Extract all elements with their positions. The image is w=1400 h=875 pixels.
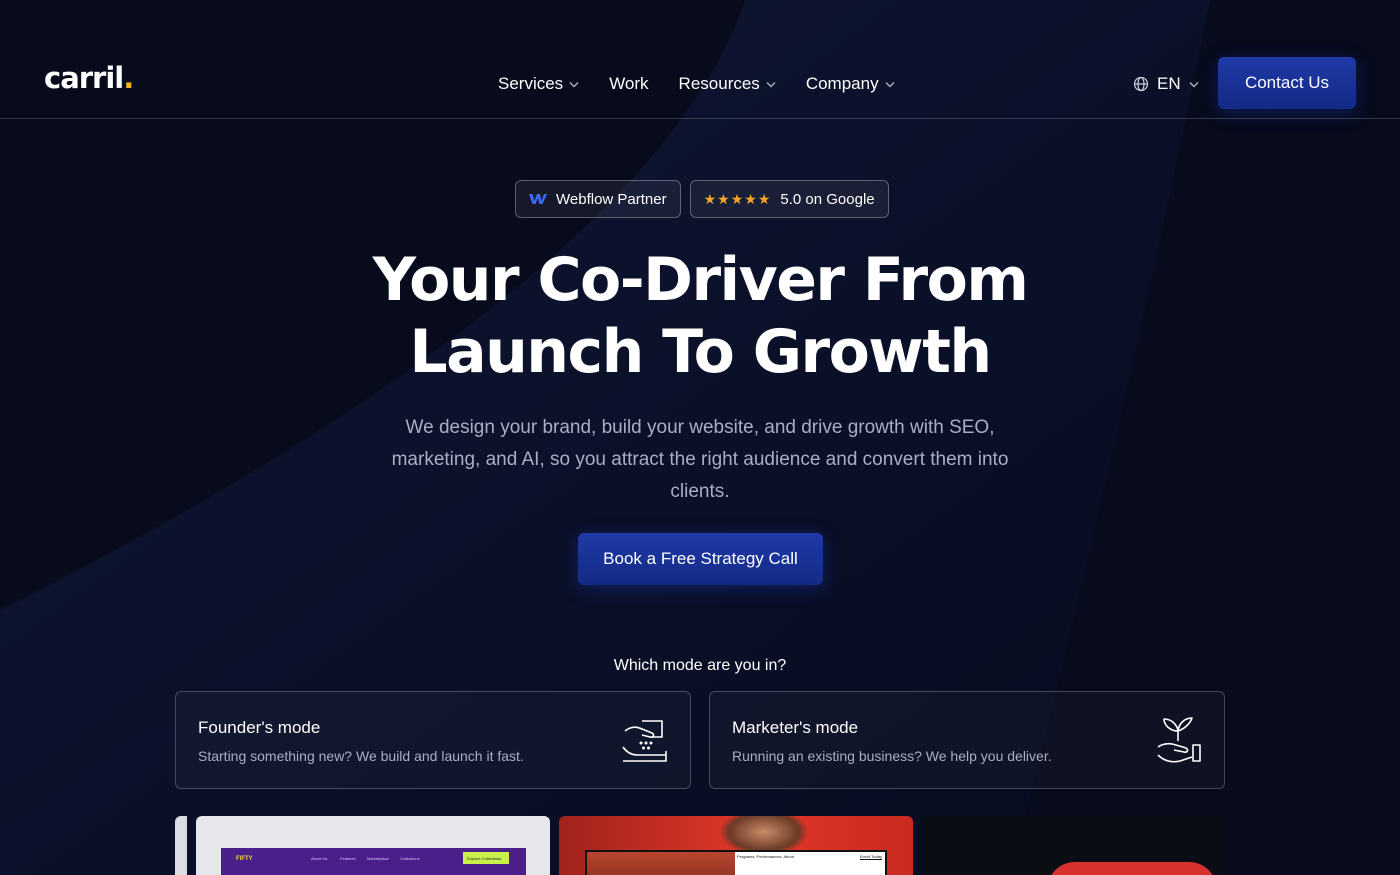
founder-mode-card[interactable]: Founder's mode Starting something new? W… (175, 691, 691, 789)
logo[interactable]: carril. (44, 64, 134, 93)
mode-question: Which mode are you in? (613, 657, 787, 674)
hand-with-box-icon (622, 720, 667, 762)
portfolio-preview-1[interactable]: FIFTY About Us Features Marketplace Coll… (196, 816, 550, 875)
globe-icon (1133, 76, 1149, 92)
chevron-down-icon (569, 81, 579, 88)
preview-1-nav-1: About Us (311, 856, 328, 861)
preview-2-nav: Programs, Performances, About (737, 854, 794, 859)
hand-with-plant-icon (1157, 717, 1201, 763)
marketer-mode-title: Marketer's mode (732, 718, 859, 737)
portfolio-preview-3[interactable] (922, 816, 1224, 875)
preview-1-nav-3: Marketplace (367, 856, 389, 861)
preview-1-nav-2: Features (340, 856, 356, 861)
marketer-mode-card[interactable]: Marketer's mode Running an existing busi… (709, 691, 1225, 789)
hero-title-line1: Your Co-Driver From (372, 245, 1029, 315)
preview-1-nav-4: Collections (400, 856, 420, 861)
chevron-down-icon (885, 81, 895, 88)
nav-services[interactable]: Services (498, 74, 579, 94)
book-strategy-call-button[interactable]: Book a Free Strategy Call (578, 533, 823, 585)
star-rating-icon: ★★★★★ (703, 190, 772, 207)
nav-company-label: Company (805, 74, 879, 93)
hero-title: Your Co-Driver From Launch To Growth (300, 244, 1100, 388)
google-rating-badge[interactable]: ★★★★★ 5.0 on Google (689, 180, 889, 218)
preview-1-button: Explore Collections (463, 852, 509, 864)
nav-work-label: Work (609, 74, 649, 93)
main-nav: Services Work Resources Company (498, 74, 895, 94)
hero-title-line2: Launch To Growth (409, 317, 992, 387)
preview-card-edge (175, 816, 187, 875)
trust-badges: Webflow Partner ★★★★★ 5.0 on Google (515, 180, 889, 218)
nav-company[interactable]: Company (806, 74, 895, 94)
preview-3-shape (1047, 862, 1217, 875)
preview-2-image (587, 852, 735, 875)
nav-work[interactable]: Work (609, 74, 648, 94)
hero-subtitle: We design your brand, build your website… (391, 417, 1009, 502)
webflow-partner-badge[interactable]: Webflow Partner (515, 180, 681, 218)
preview-1-site-header: FIFTY About Us Features Marketplace Coll… (221, 848, 526, 875)
nav-resources[interactable]: Resources (679, 74, 776, 94)
contact-us-button[interactable]: Contact Us (1218, 57, 1356, 109)
nav-services-label: Services (498, 74, 564, 93)
webflow-icon (529, 194, 547, 204)
chevron-down-icon (766, 81, 776, 88)
preview-2-link: Enroll Today (860, 854, 882, 859)
nav-resources-label: Resources (678, 74, 760, 93)
language-selector[interactable]: EN (1133, 74, 1199, 94)
founder-mode-title: Founder's mode (198, 718, 321, 737)
preview-2-site-frame: Programs, Performances, About Enroll Tod… (585, 850, 887, 875)
marketer-mode-description: Running an existing business? We help yo… (732, 748, 1052, 764)
language-label: EN (1157, 74, 1181, 93)
founder-mode-description: Starting something new? We build and lau… (198, 748, 524, 764)
portfolio-preview-2[interactable]: Programs, Performances, About Enroll Tod… (559, 816, 913, 875)
chevron-down-icon (1189, 81, 1199, 88)
preview-1-brand: FIFTY (236, 856, 253, 862)
google-rating-label: 5.0 on Google (780, 190, 875, 208)
site-header: carril. Services Work Resources Company … (0, 0, 1400, 119)
webflow-partner-label: Webflow Partner (556, 190, 667, 208)
